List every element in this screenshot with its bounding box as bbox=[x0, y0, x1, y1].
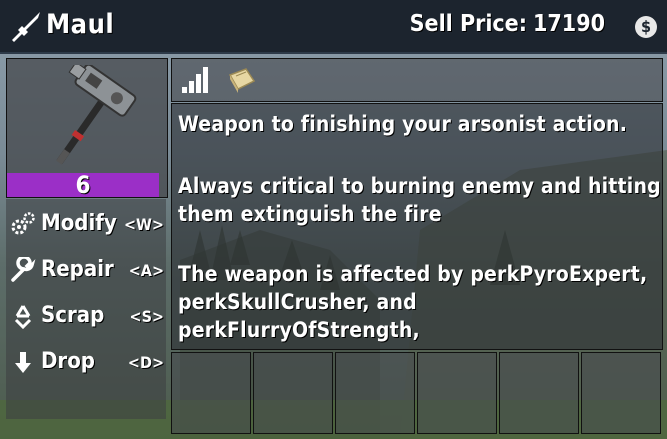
description-line: Always critical to burning enemy and hit… bbox=[178, 174, 661, 198]
drop-label: Drop bbox=[41, 349, 95, 374]
item-header: Maul Sell Price: 17190 $ bbox=[0, 0, 667, 54]
melee-weapon-icon bbox=[12, 12, 40, 42]
modify-label: Modify bbox=[41, 211, 117, 236]
item-description: Weapon to finishing your arsonist action… bbox=[171, 103, 663, 350]
drop-button[interactable]: Drop <D> bbox=[6, 341, 166, 381]
drop-key: <D> bbox=[127, 353, 164, 372]
description-line: Weapon to finishing your arsonist action… bbox=[178, 112, 628, 136]
repair-label: Repair bbox=[41, 257, 114, 282]
mod-slots bbox=[171, 352, 665, 434]
mod-slot[interactable] bbox=[335, 352, 415, 434]
repair-key: <A> bbox=[128, 261, 164, 280]
info-tab-bar bbox=[171, 58, 663, 102]
mod-slot[interactable] bbox=[171, 352, 251, 434]
scrap-key: <S> bbox=[129, 307, 165, 326]
modify-button[interactable]: Modify <W> bbox=[6, 203, 166, 243]
sell-price-label: Sell Price: bbox=[409, 11, 527, 37]
item-preview: 6 bbox=[6, 58, 168, 198]
wrench-icon bbox=[11, 257, 36, 282]
maul-weapon-icon bbox=[56, 65, 137, 165]
mod-slot[interactable] bbox=[581, 352, 661, 434]
coin-icon: $ bbox=[635, 16, 657, 38]
description-line: perkSkullCrusher, and perkFlurryOfStreng… bbox=[178, 290, 420, 342]
description-line: The weapon is affected by perkPyroExpert… bbox=[178, 262, 648, 286]
scrap-label: Scrap bbox=[41, 303, 105, 328]
sell-price: Sell Price: 17190 bbox=[404, 11, 605, 37]
item-name: Maul bbox=[46, 9, 115, 40]
description-line: them extinguish the fire bbox=[178, 202, 442, 226]
modify-key: <W> bbox=[123, 215, 164, 234]
mod-slot[interactable] bbox=[417, 352, 497, 434]
repair-button[interactable]: Repair <A> bbox=[6, 249, 166, 289]
sell-price-value: 17190 bbox=[533, 11, 605, 37]
book-icon[interactable] bbox=[224, 65, 258, 95]
gears-icon bbox=[11, 212, 35, 235]
arrow-down-icon bbox=[15, 352, 31, 373]
recycle-icon bbox=[14, 305, 32, 329]
signal-bars-icon[interactable] bbox=[180, 65, 212, 95]
quality-level-bar: 6 bbox=[7, 173, 159, 197]
scrap-button[interactable]: Scrap <S> bbox=[6, 295, 166, 335]
mod-slot[interactable] bbox=[253, 352, 333, 434]
mod-slot[interactable] bbox=[499, 352, 579, 434]
action-menu: Modify <W> Repair <A> Scrap <S> Drop <D> bbox=[6, 199, 166, 419]
